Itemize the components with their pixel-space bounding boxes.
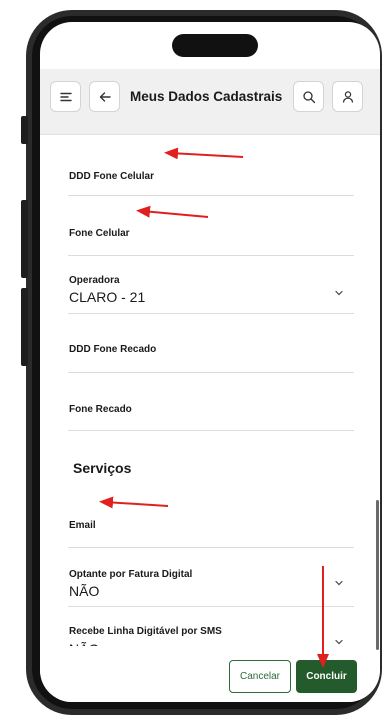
select-operadora[interactable]: Operadora CLARO - 21 bbox=[68, 256, 354, 314]
phone-side-button bbox=[21, 116, 28, 144]
section-title: Serviços bbox=[73, 460, 132, 476]
field-ddd-fone-celular[interactable]: DDD Fone Celular bbox=[68, 135, 354, 196]
field-label: DDD Fone Celular bbox=[69, 171, 155, 182]
phone-volume-up-button bbox=[21, 200, 28, 278]
field-label: Operadora bbox=[69, 275, 120, 286]
field-ddd-fone-recado[interactable]: DDD Fone Recado bbox=[68, 314, 354, 373]
back-button[interactable] bbox=[89, 81, 120, 112]
field-label: Recebe Linha Digitável por SMS bbox=[69, 626, 222, 637]
field-label: Fone Celular bbox=[69, 228, 130, 239]
confirm-button[interactable]: Concluir bbox=[296, 660, 357, 693]
search-button[interactable] bbox=[293, 81, 324, 112]
menu-button[interactable] bbox=[50, 81, 81, 112]
arrow-left-icon bbox=[99, 91, 111, 102]
field-label: Optante por Fatura Digital bbox=[69, 569, 193, 580]
chevron-down-icon bbox=[335, 580, 343, 586]
phone-notch bbox=[172, 34, 258, 57]
app-header: Meus Dados Cadastrais bbox=[40, 69, 380, 135]
search-icon bbox=[302, 90, 315, 103]
user-icon bbox=[342, 90, 353, 103]
user-button[interactable] bbox=[332, 81, 363, 112]
cancel-button[interactable]: Cancelar bbox=[229, 660, 291, 693]
field-label: DDD Fone Recado bbox=[69, 344, 157, 355]
menu-icon bbox=[59, 92, 72, 101]
field-fone-recado[interactable]: Fone Recado bbox=[68, 373, 354, 431]
field-value: CLARO - 21 bbox=[69, 289, 146, 305]
field-value: NÃO bbox=[69, 583, 100, 599]
page-title: Meus Dados Cadastrais bbox=[130, 89, 283, 104]
field-label: Email bbox=[69, 520, 96, 531]
field-email[interactable]: Email bbox=[68, 489, 354, 548]
chevron-down-icon bbox=[335, 290, 343, 296]
field-fone-celular[interactable]: Fone Celular bbox=[68, 196, 354, 256]
action-bar: Cancelar Concluir bbox=[40, 646, 380, 702]
phone-screen: Meus Dados Cadastrais DDD Fone Celular F… bbox=[40, 22, 380, 702]
select-fatura-digital[interactable]: Optante por Fatura Digital NÃO bbox=[68, 548, 354, 607]
scrollbar[interactable] bbox=[376, 500, 379, 650]
field-label: Fone Recado bbox=[69, 404, 132, 415]
phone-volume-down-button bbox=[21, 288, 28, 366]
